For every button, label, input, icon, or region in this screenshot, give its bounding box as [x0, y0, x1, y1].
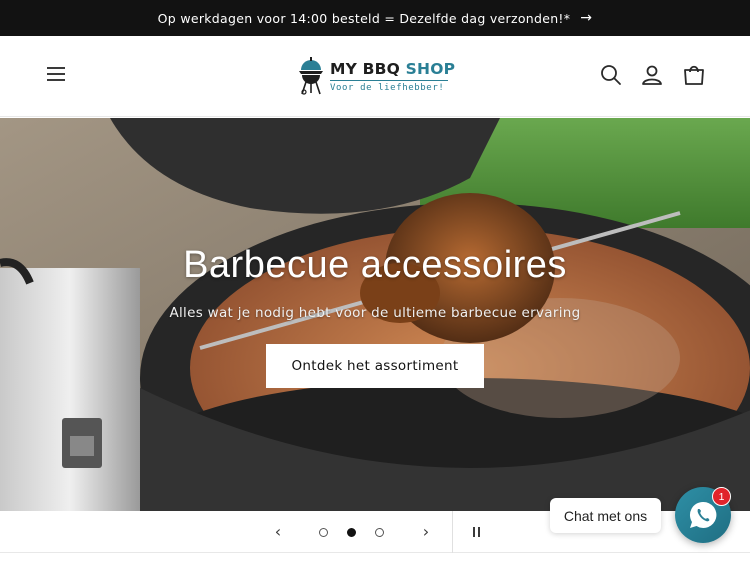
slide-dot-3[interactable]: [375, 528, 384, 537]
site-logo[interactable]: MY BBQ SHOP Voor de liefhebber!: [298, 52, 458, 100]
site-header: MY BBQ SHOP Voor de liefhebber!: [0, 36, 750, 117]
pause-icon[interactable]: [467, 522, 487, 542]
announcement-text: Op werkdagen voor 14:00 besteld = Dezelf…: [157, 10, 571, 26]
whatsapp-icon: [689, 501, 717, 528]
hamburger-menu-icon[interactable]: [40, 58, 72, 90]
search-icon[interactable]: [598, 62, 624, 88]
slide-dot-1[interactable]: [319, 528, 328, 537]
account-icon[interactable]: [639, 62, 665, 88]
shop-assortment-button[interactable]: Ontdek het assortiment: [266, 344, 484, 388]
logo-name-part1: MY BBQ: [330, 59, 401, 78]
chat-label[interactable]: Chat met ons: [550, 498, 661, 533]
hero-banner: Barbecue accessoires Alles wat je nodig …: [0, 118, 750, 511]
slide-dot-2[interactable]: [347, 528, 356, 537]
chevron-right-icon[interactable]: ›: [416, 522, 436, 542]
hero-subtitle: Alles wat je nodig hebt voor de ultieme …: [169, 305, 581, 321]
chat-notification-badge: 1: [712, 487, 731, 506]
bbq-grill-logo-icon: [299, 57, 323, 95]
divider: [452, 511, 453, 553]
chevron-left-icon[interactable]: ‹: [268, 522, 288, 542]
logo-tagline: Voor de liefhebber!: [330, 82, 445, 93]
announcement-bar[interactable]: Op werkdagen voor 14:00 besteld = Dezelf…: [0, 0, 750, 36]
cart-icon[interactable]: [681, 62, 707, 88]
logo-name: MY BBQ SHOP: [330, 60, 455, 78]
arrow-right-icon[interactable]: →: [580, 11, 592, 25]
logo-name-part2: SHOP: [400, 59, 456, 78]
hero-title: Barbecue accessoires: [183, 244, 567, 286]
